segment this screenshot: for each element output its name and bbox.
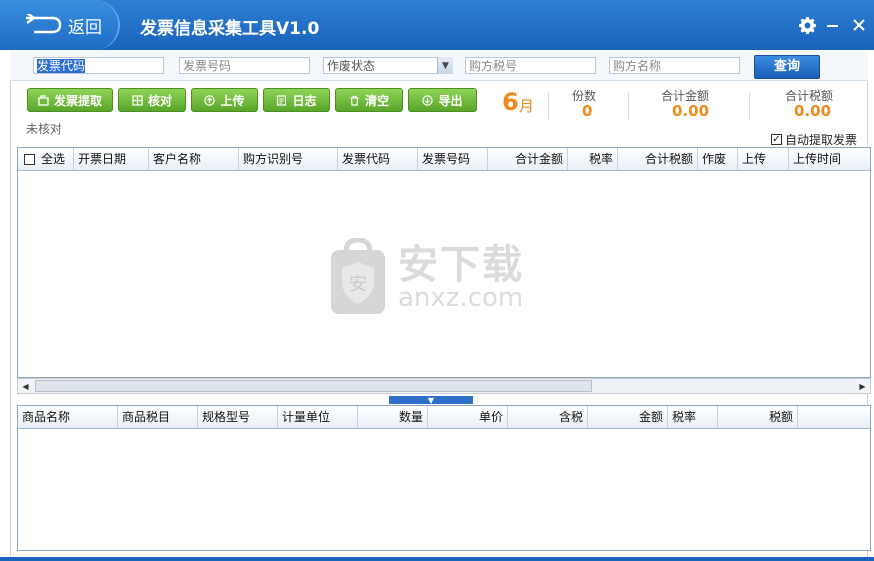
column-header[interactable]: 发票号码: [418, 148, 488, 170]
total-amount-value: 0.00: [672, 102, 710, 120]
column-header[interactable]: 合计金额: [488, 148, 568, 170]
column-header[interactable]: 开票日期: [74, 148, 149, 170]
extract-invoice-button[interactable]: 发票提取: [27, 88, 113, 112]
column-header[interactable]: 商品税目: [118, 406, 198, 428]
grid-icon: [132, 94, 143, 106]
column-header[interactable]: 上传: [738, 148, 789, 170]
column-header[interactable]: 税额: [718, 406, 798, 428]
scroll-left-icon[interactable]: ◀: [18, 379, 33, 393]
select-all-header[interactable]: 全选: [18, 148, 74, 170]
buyer-tax-id-input[interactable]: 购方税号: [465, 57, 596, 74]
divider: [749, 92, 750, 120]
watermark-site-url: anxz.com: [398, 283, 524, 313]
title-bar: 返回 发票信息采集工具V1.0: [0, 0, 874, 50]
column-header[interactable]: 客户名称: [149, 148, 239, 170]
shield-bag-icon: 安: [331, 238, 385, 314]
checkbox-checked-icon[interactable]: ✓: [771, 134, 782, 145]
upload-button[interactable]: 上传: [191, 88, 258, 112]
column-header[interactable]: 税率: [668, 406, 718, 428]
extract-icon: [38, 94, 49, 106]
column-header[interactable]: 单价: [428, 406, 508, 428]
back-arrow-icon: [26, 14, 62, 34]
auto-extract-checkbox[interactable]: ✓ 自动提取发票: [771, 131, 857, 148]
back-label: 返回: [68, 17, 102, 38]
column-header[interactable]: 合计税额: [618, 148, 698, 170]
void-status-select[interactable]: 作废状态: [323, 57, 453, 74]
divider: [548, 92, 549, 120]
clear-button[interactable]: 清空: [335, 88, 403, 112]
column-header[interactable]: 金额: [588, 406, 668, 428]
log-label: 日志: [292, 93, 317, 108]
column-header[interactable]: 作废: [698, 148, 738, 170]
select-all-checkbox[interactable]: [24, 153, 35, 165]
month-unit: 月: [519, 97, 535, 115]
export-label: 导出: [438, 93, 463, 108]
invoice-table-header: 全选 开票日期 客户名称 购方识别号 发票代码 发票号码 合计金额 税率 合计税…: [18, 148, 870, 171]
log-button[interactable]: 日志: [263, 88, 330, 112]
export-button[interactable]: 导出: [408, 88, 477, 112]
watermark: 安 安下载 anxz.com: [328, 238, 524, 318]
column-header[interactable]: 商品名称: [18, 406, 118, 428]
extract-invoice-label: 发票提取: [53, 93, 102, 108]
log-icon: [277, 94, 287, 106]
scroll-right-icon[interactable]: ▶: [855, 379, 870, 393]
watermark-site-cn: 安下载: [398, 242, 524, 288]
verify-status-text: 未核对: [26, 122, 63, 136]
column-header[interactable]: 规格型号: [198, 406, 278, 428]
column-header[interactable]: 上传时间: [789, 148, 870, 170]
invoice-code-placeholder: 发票代码: [37, 59, 86, 73]
horizontal-scrollbar[interactable]: ◀ ▶: [17, 378, 871, 394]
svg-text:安: 安: [349, 274, 367, 295]
app-title: 发票信息采集工具V1.0: [140, 19, 320, 39]
settings-gear-icon[interactable]: [797, 15, 817, 35]
invoice-code-input[interactable]: 发票代码: [33, 57, 164, 74]
column-header[interactable]: 购方识别号: [239, 148, 338, 170]
upload-icon: [204, 94, 216, 106]
back-button[interactable]: 返回: [0, 0, 120, 50]
verify-label: 核对: [147, 93, 172, 108]
query-button[interactable]: 查询: [754, 55, 820, 79]
month-number: 6: [502, 88, 519, 116]
minimize-icon[interactable]: [822, 15, 842, 35]
select-all-label: 全选: [41, 152, 66, 166]
count-value: 0: [582, 102, 593, 120]
buyer-name-input[interactable]: 购方名称: [609, 57, 740, 74]
column-header[interactable]: 发票代码: [338, 148, 418, 170]
window-bottom-border: [0, 557, 874, 561]
download-icon: [422, 94, 434, 106]
divider: [628, 92, 629, 120]
goods-table: 商品名称 商品税目 规格型号 计量单位 数量 单价 含税 金额 税率 税额: [17, 405, 871, 551]
scrollbar-thumb[interactable]: [35, 380, 592, 392]
chevron-down-icon[interactable]: ▼: [437, 57, 453, 74]
column-header[interactable]: 含税: [508, 406, 588, 428]
upload-label: 上传: [220, 93, 245, 108]
column-header[interactable]: 计量单位: [278, 406, 358, 428]
clear-label: 清空: [364, 93, 389, 108]
goods-table-header: 商品名称 商品税目 规格型号 计量单位 数量 单价 含税 金额 税率 税额: [18, 406, 870, 429]
close-icon[interactable]: [849, 15, 869, 35]
column-header[interactable]: 税率: [568, 148, 618, 170]
trash-icon: [350, 95, 359, 106]
verify-button[interactable]: 核对: [118, 88, 186, 112]
auto-extract-label: 自动提取发票: [785, 133, 858, 147]
invoice-number-input[interactable]: 发票号码: [179, 57, 310, 74]
column-header[interactable]: 数量: [358, 406, 428, 428]
panel-splitter[interactable]: ▼: [389, 396, 473, 405]
total-tax-value: 0.00: [794, 102, 832, 120]
column-header-empty: [798, 406, 870, 428]
